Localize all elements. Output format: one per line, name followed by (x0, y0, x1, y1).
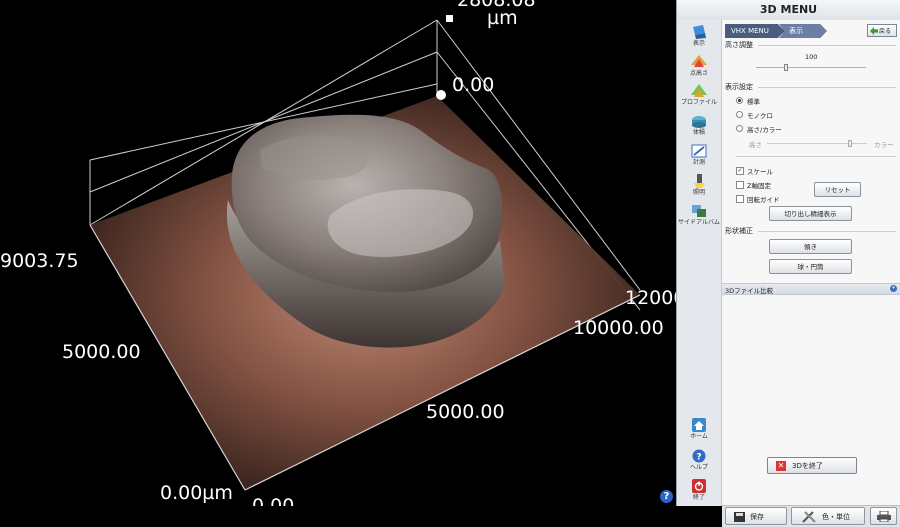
y-mid-label: 5000.00 (62, 341, 141, 363)
z-max-marker (446, 15, 453, 22)
help-float-icon[interactable]: ? (660, 490, 673, 503)
exit-3d-label: 3Dを終了 (792, 462, 823, 470)
iconbar-item-side-album[interactable]: サイドアルバム (677, 204, 721, 226)
detail-display-button[interactable]: 切り出し精細表示 (769, 206, 852, 221)
color-unit-label: 色・単位 (822, 513, 850, 521)
checkbox-z-axis-fixed[interactable] (736, 181, 744, 189)
height-value: 100 (805, 53, 818, 61)
x-2-label: 10000.00 (573, 317, 664, 339)
checkbox-scale[interactable]: ✓ (736, 167, 744, 175)
iconbar-label: 照明 (692, 189, 705, 196)
x-max-label: 12000 (625, 287, 676, 309)
3d-scene (89, 15, 641, 491)
rotation-guide-label: 回転ガイド (747, 196, 780, 204)
help-icon: ? (692, 449, 706, 463)
option-standard-label: 標準 (747, 98, 760, 106)
scale-label: スケール (747, 168, 773, 176)
iconbar-item-exit[interactable]: 終了 (677, 479, 721, 501)
point-height-icon (691, 55, 707, 67)
x-1-label: 5000.00 (426, 401, 505, 423)
sphere-cylinder-button[interactable]: 球・円筒 (769, 259, 852, 274)
iconbar-label: 表示 (692, 40, 705, 47)
gradient-left-label: 高さ (749, 141, 762, 149)
iconbar-item-lighting[interactable]: 照明 (677, 174, 721, 196)
shape-section-title: 形状補正 (725, 227, 753, 235)
save-label: 保存 (750, 513, 764, 521)
origin-label: 0.00µm (160, 482, 233, 504)
printer-icon (877, 511, 891, 522)
side-album-icon (692, 205, 706, 217)
file-compare-expander[interactable]: 3Dファイル比較 ▾ (722, 283, 900, 295)
file-compare-label: 3Dファイル比較 (725, 287, 774, 295)
display-section-title: 表示設定 (725, 83, 753, 91)
iconbar-label: 体積 (692, 129, 705, 136)
height-slider-track[interactable] (756, 67, 866, 68)
volume-icon (692, 116, 706, 128)
3d-menu-panel: 3D MENU 表示 点高さ プロファイル 体積 計測 照明 サイドアルバム ホ… (676, 0, 900, 527)
divider (758, 231, 896, 232)
divider (736, 156, 896, 157)
display-icon (693, 25, 706, 39)
option-monochrome-label: モノクロ (747, 112, 773, 120)
iconbar-label: 終了 (692, 494, 705, 501)
checkbox-rotation-guide[interactable] (736, 195, 744, 203)
measure-icon (691, 144, 707, 158)
save-icon (734, 512, 745, 522)
height-section-title: 高さ調整 (725, 41, 753, 49)
iconbar-item-display[interactable]: 表示 (677, 25, 721, 47)
back-arrow-icon (870, 27, 878, 35)
origin-x-label: 0.00 (252, 495, 295, 507)
iconbar-label: 計測 (692, 159, 705, 166)
iconbar-label: プロファイル (680, 99, 717, 106)
tilt-button[interactable]: 傾き (769, 239, 852, 254)
iconbar-item-profile[interactable]: プロファイル (677, 84, 721, 106)
iconbar-item-point-height[interactable]: 点高さ (677, 55, 721, 77)
tools-icon (802, 511, 816, 523)
close-icon: ✕ (776, 461, 786, 471)
panel-content: VHX MENU 表示 戻る 高さ調整 100 表示設定 標準 モノクロ 高さ/… (722, 20, 900, 527)
save-button[interactable]: 保存 (725, 507, 787, 525)
z-zero-label: 0.00 (452, 74, 495, 96)
3d-viewport[interactable]: 2808.08 µm 0.00 9003.75 5000.00 12000 10… (0, 0, 676, 506)
height-slider-thumb[interactable] (784, 64, 788, 71)
bottom-bar: 保存 色・単位 (722, 505, 900, 527)
svg-text:?: ? (696, 453, 701, 463)
breadcrumb-display: 表示 (779, 24, 827, 38)
iconbar-label: サイドアルバム (678, 219, 720, 226)
home-icon (692, 418, 706, 432)
reset-button[interactable]: リセット (814, 182, 861, 197)
z-unit-label: µm (487, 7, 518, 29)
iconbar-label: ヘルプ (689, 464, 708, 471)
print-button[interactable] (870, 507, 897, 525)
iconbar-item-help[interactable]: ? ヘルプ (677, 449, 721, 471)
color-unit-button[interactable]: 色・単位 (791, 507, 865, 525)
z-zero-marker (436, 90, 446, 100)
radio-height-color[interactable] (736, 125, 743, 132)
icon-bar: 表示 点高さ プロファイル 体積 計測 照明 サイドアルバム ホーム ? ヘルプ… (677, 20, 722, 506)
divider (758, 87, 896, 88)
iconbar-item-volume[interactable]: 体積 (677, 114, 721, 136)
gradient-slider-thumb[interactable] (848, 140, 852, 147)
back-button[interactable]: 戻る (867, 24, 897, 37)
gradient-slider-track[interactable] (767, 143, 867, 144)
breadcrumb-vhx-menu[interactable]: VHX MENU (725, 24, 785, 38)
iconbar-item-measure[interactable]: 計測 (677, 144, 721, 166)
panel-title: 3D MENU (677, 0, 900, 21)
power-icon (692, 479, 706, 493)
y-max-label: 9003.75 (0, 250, 79, 272)
iconbar-item-home[interactable]: ホーム (677, 418, 721, 440)
divider (758, 45, 896, 46)
option-height-color-label: 高さ/カラー (747, 126, 782, 134)
iconbar-label: ホーム (690, 433, 708, 440)
chevron-down-icon: ▾ (890, 285, 897, 292)
z-axis-fixed-label: Z軸固定 (747, 182, 771, 190)
gradient-right-label: カラー (874, 141, 894, 149)
back-button-label: 戻る (879, 28, 892, 35)
profile-icon (691, 84, 707, 97)
lighting-icon (694, 174, 705, 188)
exit-3d-button[interactable]: ✕ 3Dを終了 (767, 457, 857, 474)
radio-monochrome[interactable] (736, 111, 743, 118)
iconbar-label: 点高さ (689, 70, 708, 77)
radio-standard[interactable] (736, 97, 743, 104)
